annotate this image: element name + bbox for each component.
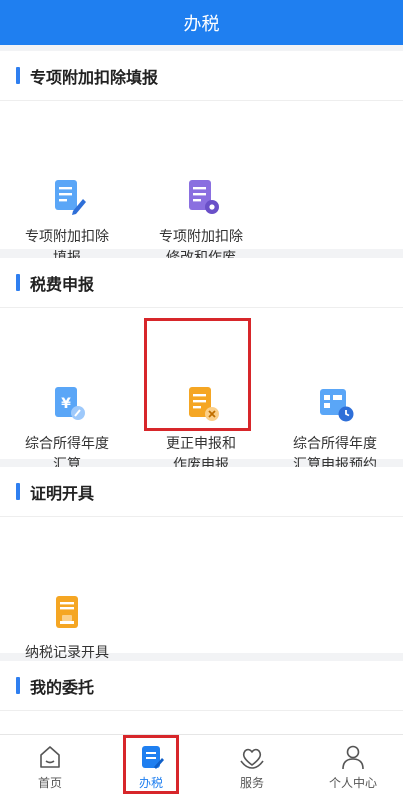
special-deduction-modify-button[interactable]: 专项附加扣除 修改和作废 [134,177,268,269]
yuan-receipt-icon: ¥ [47,384,87,424]
home-icon [40,746,60,768]
tab-service[interactable]: 服务 [202,735,302,798]
calendar-clock-icon [315,384,355,424]
certificate-icon [47,593,87,633]
settlement-appointment-button[interactable]: 综合所得年度 汇算申报预约 [268,384,402,476]
heart-hands-icon [240,748,264,769]
section-title-text: 专项附加扣除填报 [30,67,159,87]
highlight-box [144,318,251,431]
bottom-tab-bar: 首页 办税 服务 个人中心 [0,734,403,798]
section-title-text: 证明开具 [30,483,95,503]
tax-record-certificate-button[interactable]: 纳税记录开具 [0,593,134,664]
section-title: 专项附加扣除填报 [0,51,403,101]
section-title-text: 税费申报 [30,274,95,294]
section-title-text: 我的委托 [30,677,95,697]
person-icon [342,745,364,770]
section-certificate: 证明开具 纳税记录开具 [0,467,403,661]
page-title: 办税 [183,13,220,35]
svg-text:¥: ¥ [61,396,71,412]
tab-highlight-box [123,735,179,794]
special-deduction-fill-button[interactable]: 专项附加扣除 填报 [0,177,134,269]
section-special-deduction: 专项附加扣除填报 专项附加扣除 填报 [0,51,403,266]
document-settings-icon [181,177,221,217]
tab-home[interactable]: 首页 [0,735,100,798]
section-my-delegation: 我的委托 [0,661,403,734]
annual-settlement-button[interactable]: ¥ 综合所得年度 汇算 [0,384,134,476]
section-title: 我的委托 [0,661,403,711]
document-edit-icon [47,177,87,217]
section-title: 证明开具 [0,467,403,517]
tab-profile[interactable]: 个人中心 [303,735,403,798]
section-title: 税费申报 [0,258,403,308]
app-header: 办税 [0,0,403,45]
